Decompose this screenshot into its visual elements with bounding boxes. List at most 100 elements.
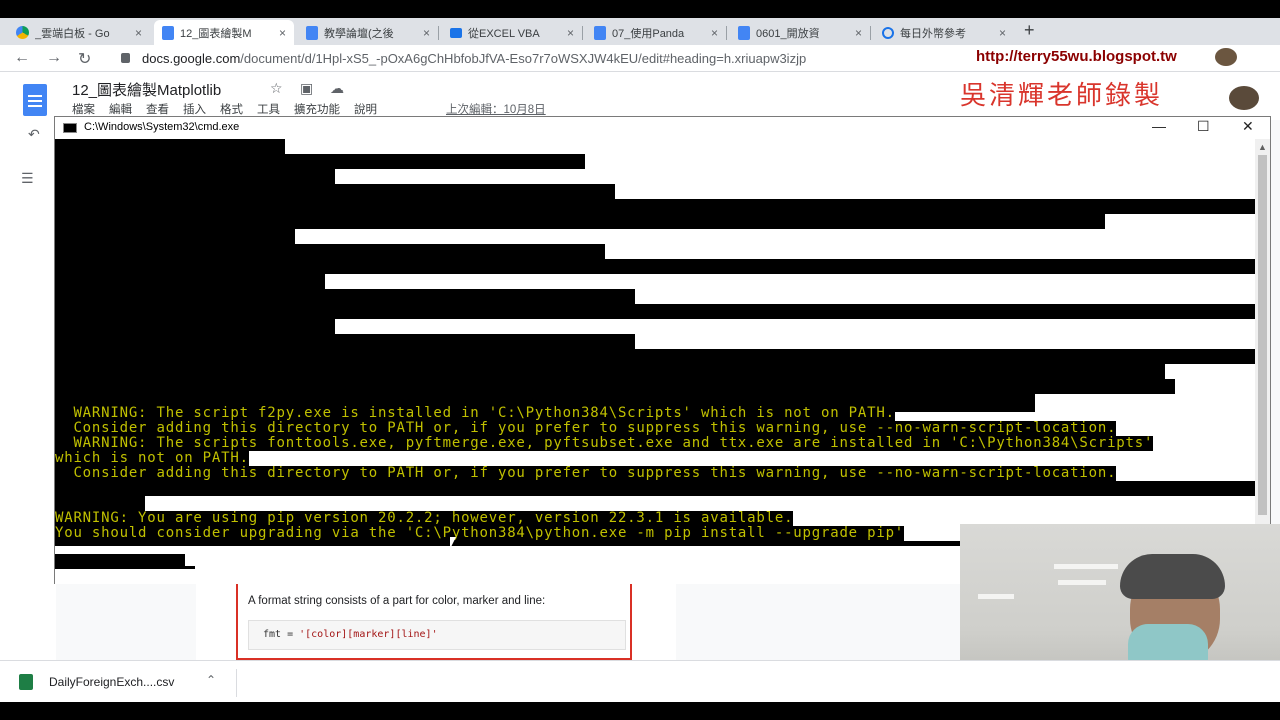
tab-separator: [870, 26, 871, 40]
tab-label: 0601_開放資: [756, 27, 820, 40]
tab-matplotlib-doc[interactable]: 12_圖表繪製M ×: [154, 20, 294, 45]
browser-tabstrip: _雲端白板 - Go × 12_圖表繪製M × 教學論壇(之後 × 從EXCEL…: [0, 18, 1280, 45]
user-avatar[interactable]: [1229, 86, 1259, 110]
menu-edit[interactable]: 編輯: [109, 101, 132, 117]
redacted-line: [55, 274, 325, 289]
redacted-line: [55, 244, 605, 259]
person-hair: [1120, 554, 1225, 599]
tab-excel-vba[interactable]: 從EXCEL VBA ×: [442, 20, 582, 45]
refresh-icon: [882, 26, 894, 39]
redacted-line: [55, 319, 335, 334]
docs-icon: [594, 25, 606, 40]
cmd-line-7: You should consider upgrading via the 'C…: [55, 525, 905, 541]
tab-label: 教學論壇(之後: [324, 27, 394, 40]
menu-insert[interactable]: 插入: [183, 101, 206, 117]
cloud-status-icon: ☁: [330, 80, 344, 96]
docs-menubar: 檔案 編輯 查看 插入 格式 工具 擴充功能 說明: [72, 101, 377, 117]
redacted-line: [55, 169, 335, 184]
cmd-line-5: Consider adding this directory to PATH o…: [55, 465, 1117, 481]
back-arrow-icon[interactable]: ←: [14, 49, 30, 67]
docs-icon: [306, 25, 318, 40]
divider: [236, 669, 237, 697]
tab-forex-ref[interactable]: 每日外幣參考 ×: [874, 20, 1014, 45]
vba-icon: [450, 27, 462, 38]
redacted-line: [55, 289, 635, 304]
close-icon[interactable]: ×: [135, 26, 142, 40]
cmd-line-3: WARNING: The scripts fonttools.exe, pyft…: [55, 435, 1154, 451]
minimize-icon[interactable]: —: [1152, 118, 1166, 134]
menu-tools[interactable]: 工具: [257, 101, 280, 117]
outline-icon[interactable]: ☰: [21, 170, 34, 187]
menu-help[interactable]: 說明: [354, 101, 377, 117]
document-title[interactable]: 12_圖表繪製Matplotlib: [72, 79, 221, 100]
close-icon[interactable]: ×: [279, 26, 286, 40]
ceiling-light: [978, 594, 1014, 599]
download-filename[interactable]: DailyForeignExch....csv: [49, 675, 174, 689]
tab-forum[interactable]: 教學論壇(之後 ×: [298, 20, 438, 45]
tab-pandas[interactable]: 07_使用Panda ×: [586, 20, 726, 45]
close-icon[interactable]: ×: [711, 26, 718, 40]
tab-whiteboard[interactable]: _雲端白板 - Go ×: [8, 20, 150, 45]
redacted-line: [55, 214, 1105, 229]
blog-url-overlay: http://terry55wu.blogspot.tw: [976, 48, 1177, 65]
top-letterbox: [0, 0, 1280, 18]
close-icon[interactable]: ✕: [1242, 118, 1254, 135]
forward-arrow-icon[interactable]: →: [46, 49, 62, 67]
scroll-thumb[interactable]: [1258, 155, 1267, 515]
redacted-line: [55, 496, 145, 511]
scroll-up-icon[interactable]: ▲: [1258, 142, 1267, 152]
cmd-icon: [63, 123, 77, 133]
cmd-line-2: Consider adding this directory to PATH o…: [55, 420, 1117, 436]
close-icon[interactable]: ×: [567, 26, 574, 40]
google-docs-logo-icon[interactable]: [23, 84, 47, 116]
cmd-window[interactable]: C:\Windows\System32\cmd.exe — ☐ ✕ WARNIN…: [54, 116, 1271, 584]
profile-avatar[interactable]: [1215, 48, 1237, 66]
star-icon[interactable]: ☆: [270, 80, 283, 97]
menu-extensions[interactable]: 擴充功能: [294, 101, 340, 117]
tab-separator: [582, 26, 583, 40]
move-folder-icon[interactable]: ▣: [300, 80, 313, 97]
redacted-line: [55, 259, 1256, 274]
maximize-icon[interactable]: ☐: [1197, 118, 1210, 135]
cmd-title: C:\Windows\System32\cmd.exe: [84, 121, 240, 133]
url-field[interactable]: docs.google.com/document/d/1Hpl-xS5_-pOx…: [142, 51, 806, 66]
close-icon[interactable]: ×: [423, 26, 430, 40]
redacted-line: [55, 481, 1256, 496]
csv-file-icon: [19, 674, 33, 690]
tab-separator: [438, 26, 439, 40]
docs-left-rail: ↶ ☰: [0, 120, 56, 660]
redacted-line: [55, 229, 295, 244]
cmd-line-6: WARNING: You are using pip version 20.2.…: [55, 510, 794, 526]
cmd-titlebar[interactable]: C:\Windows\System32\cmd.exe — ☐ ✕: [55, 117, 1270, 139]
reload-icon[interactable]: ↻: [78, 49, 91, 69]
docs-icon: [162, 25, 174, 40]
redacted-line: [55, 379, 1175, 394]
tab-label: 每日外幣參考: [900, 27, 966, 40]
new-tab-button[interactable]: +: [1024, 20, 1035, 41]
menu-file[interactable]: 檔案: [72, 101, 95, 117]
redacted-line: [55, 184, 615, 199]
menu-format[interactable]: 格式: [220, 101, 243, 117]
tab-open-data[interactable]: 0601_開放資 ×: [730, 20, 870, 45]
ceiling-light: [1054, 564, 1118, 569]
redacted-line: [55, 139, 285, 154]
ceiling-light: [1058, 580, 1106, 585]
tab-label: 07_使用Panda: [612, 27, 685, 40]
cmd-scrollbar[interactable]: ▲: [1255, 139, 1270, 584]
close-icon[interactable]: ×: [999, 26, 1006, 40]
cmd-output[interactable]: WARNING: The script f2py.exe is installe…: [55, 139, 1256, 584]
url-path: /document/d/1Hpl-xS5_-pOxA6gChHbfobJfVA-…: [240, 51, 807, 66]
redacted-line: [55, 364, 1165, 379]
cmd-line-4: which is not on PATH.: [55, 450, 249, 466]
redacted-line: [55, 304, 1256, 319]
undo-icon[interactable]: ↶: [28, 126, 40, 143]
close-icon[interactable]: ×: [855, 26, 862, 40]
format-description: A format string consists of a part for c…: [248, 595, 546, 607]
menu-view[interactable]: 查看: [146, 101, 169, 117]
mouse-pointer-icon: [450, 537, 462, 549]
code-string: '[color][marker][line]': [299, 629, 438, 640]
bottom-letterbox: [0, 702, 1280, 720]
chevron-up-icon[interactable]: ⌃: [206, 673, 216, 687]
cmd-line-1: WARNING: The script f2py.exe is installe…: [55, 405, 895, 421]
last-edit-link[interactable]: 上次編輯：10月8日: [446, 101, 546, 117]
